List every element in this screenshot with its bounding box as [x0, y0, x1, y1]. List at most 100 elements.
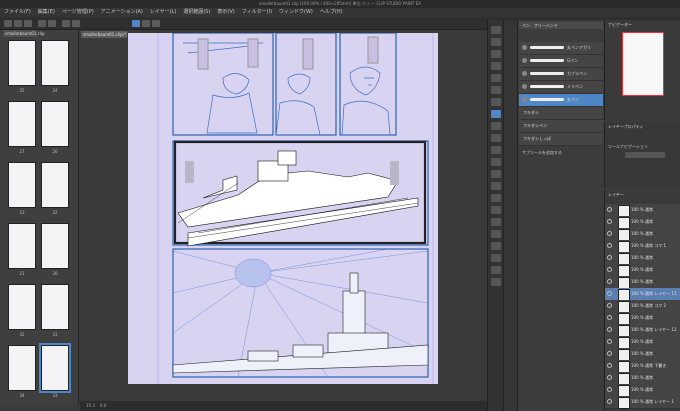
menu-animation[interactable]: アニメーション(A): [101, 8, 143, 17]
visibility-eye-icon[interactable]: [607, 303, 612, 308]
tool-navigation-label: ツールナビゲーション: [608, 144, 648, 149]
page-thumbnail[interactable]: [41, 284, 69, 330]
decoration-tool-icon[interactable]: [491, 158, 501, 166]
subtool-item[interactable]: 丸ペンアガリ: [519, 42, 603, 55]
brush-tool-icon[interactable]: [491, 134, 501, 142]
subtool-tab-freehand[interactable]: フリーハンド: [534, 23, 558, 28]
visibility-eye-icon[interactable]: [607, 375, 612, 380]
operation-tool-icon[interactable]: [491, 50, 501, 58]
subtool-item[interactable]: Gペン: [519, 55, 603, 68]
visibility-eye-icon[interactable]: [607, 387, 612, 392]
open-file-icon[interactable]: [14, 20, 22, 27]
brush-preview-icon: [522, 97, 527, 102]
layer-label: 100 % 通常: [631, 375, 653, 380]
visibility-eye-icon[interactable]: [607, 267, 612, 272]
new-file-icon[interactable]: [4, 20, 12, 27]
menu-edit[interactable]: 編集(E): [38, 8, 55, 17]
page-thumbnail[interactable]: [8, 345, 36, 391]
manga-page[interactable]: [128, 33, 438, 384]
menu-window[interactable]: ウィンドウ(W): [279, 8, 313, 17]
visibility-eye-icon[interactable]: [607, 279, 612, 284]
page-panel-tab[interactable]: smallerbaum01.clip: [3, 30, 45, 37]
snap-perspective-icon[interactable]: [152, 20, 160, 27]
zoom-tool-icon[interactable]: [491, 26, 501, 34]
page-thumbnail[interactable]: [8, 284, 36, 330]
subtool-tab-pen[interactable]: ペン: [522, 23, 530, 28]
visibility-eye-icon[interactable]: [607, 243, 612, 248]
subtool-item[interactable]: 丸ペン: [519, 94, 603, 107]
selection-tool-icon[interactable]: [491, 74, 501, 82]
visibility-eye-icon[interactable]: [607, 207, 612, 212]
add-subtool-button[interactable]: サブツールを追加する: [522, 150, 562, 156]
move-tool-icon[interactable]: [491, 38, 501, 46]
balloon-tool-icon[interactable]: [491, 266, 501, 274]
visibility-eye-icon[interactable]: [607, 291, 612, 296]
menu-help[interactable]: ヘルプ(H): [320, 8, 343, 17]
navigator-preview[interactable]: [622, 32, 664, 96]
property-button[interactable]: [625, 152, 665, 158]
menu-layer[interactable]: レイヤー(L): [150, 8, 177, 17]
transform-icon[interactable]: [72, 20, 80, 27]
menu-selection[interactable]: 選択範囲(S): [183, 8, 210, 17]
pen-tool-icon[interactable]: [491, 110, 501, 118]
visibility-eye-icon[interactable]: [607, 231, 612, 236]
page-number: 34: [19, 393, 25, 398]
menu-view[interactable]: 表示(V): [217, 8, 234, 17]
figure-tool-icon[interactable]: [491, 218, 501, 226]
visibility-eye-icon[interactable]: [607, 315, 612, 320]
page-thumbnail[interactable]: [8, 162, 36, 208]
layer-label: 100 % 通常: [631, 255, 653, 260]
visibility-eye-icon[interactable]: [607, 327, 612, 332]
subtool-item[interactable]: フキダシペン: [519, 120, 603, 133]
eyedropper-tool-icon[interactable]: [491, 98, 501, 106]
undo-icon[interactable]: [38, 20, 46, 27]
page-thumbnail[interactable]: [39, 343, 71, 393]
visibility-eye-icon[interactable]: [607, 363, 612, 368]
subtool-item[interactable]: ミリペン: [519, 81, 603, 94]
page-thumbnail[interactable]: [41, 162, 69, 208]
subtool-item[interactable]: フキダシしっぽ: [519, 133, 603, 146]
page-thumbnail[interactable]: [41, 101, 69, 147]
airbrush-tool-icon[interactable]: [491, 146, 501, 154]
correct-line-tool-icon[interactable]: [491, 278, 501, 286]
ruler-tool-icon[interactable]: [491, 242, 501, 250]
zoom-value[interactable]: 15.3: [86, 403, 95, 408]
redo-icon[interactable]: [48, 20, 56, 27]
page-thumbnail[interactable]: [8, 223, 36, 269]
text-tool-icon[interactable]: [491, 254, 501, 262]
page-thumbnail[interactable]: [8, 101, 36, 147]
navigator-header: ナビゲーター: [608, 22, 632, 27]
layer-row[interactable]: 100 % 通常 レイヤー 1: [605, 396, 680, 409]
snap-ruler-icon[interactable]: [132, 20, 140, 27]
blend-tool-icon[interactable]: [491, 182, 501, 190]
pencil-tool-icon[interactable]: [491, 122, 501, 130]
visibility-eye-icon[interactable]: [607, 351, 612, 356]
brush-preview-icon: [522, 45, 527, 50]
menu-filter[interactable]: フィルター(I): [242, 8, 272, 17]
page-thumbnail[interactable]: [8, 40, 36, 86]
stroke-preview: [530, 72, 564, 75]
layer-thumbnail: [618, 397, 630, 409]
save-icon[interactable]: [24, 20, 32, 27]
auto-select-tool-icon[interactable]: [491, 86, 501, 94]
menu-page[interactable]: ページ管理(P): [62, 8, 94, 17]
layer-label: 100 % 通常: [631, 231, 653, 236]
eraser-tool-icon[interactable]: [491, 170, 501, 178]
move-layer-tool-icon[interactable]: [491, 62, 501, 70]
document-tab[interactable]: smallerbaum01.clip(*): [81, 31, 127, 38]
page-thumbnail[interactable]: [41, 223, 69, 269]
clear-icon[interactable]: [62, 20, 70, 27]
visibility-eye-icon[interactable]: [607, 399, 612, 404]
visibility-eye-icon[interactable]: [607, 255, 612, 260]
subtool-item[interactable]: フキダシ: [519, 107, 603, 120]
visibility-eye-icon[interactable]: [607, 339, 612, 344]
page-number: 24: [52, 88, 58, 93]
page-thumbnail[interactable]: [41, 40, 69, 86]
snap-grid-icon[interactable]: [142, 20, 150, 27]
gradient-tool-icon[interactable]: [491, 206, 501, 214]
subtool-item[interactable]: カブラペン: [519, 68, 603, 81]
frame-tool-icon[interactable]: [491, 230, 501, 238]
fill-tool-icon[interactable]: [491, 194, 501, 202]
menu-file[interactable]: ファイル(F): [4, 8, 31, 17]
visibility-eye-icon[interactable]: [607, 219, 612, 224]
